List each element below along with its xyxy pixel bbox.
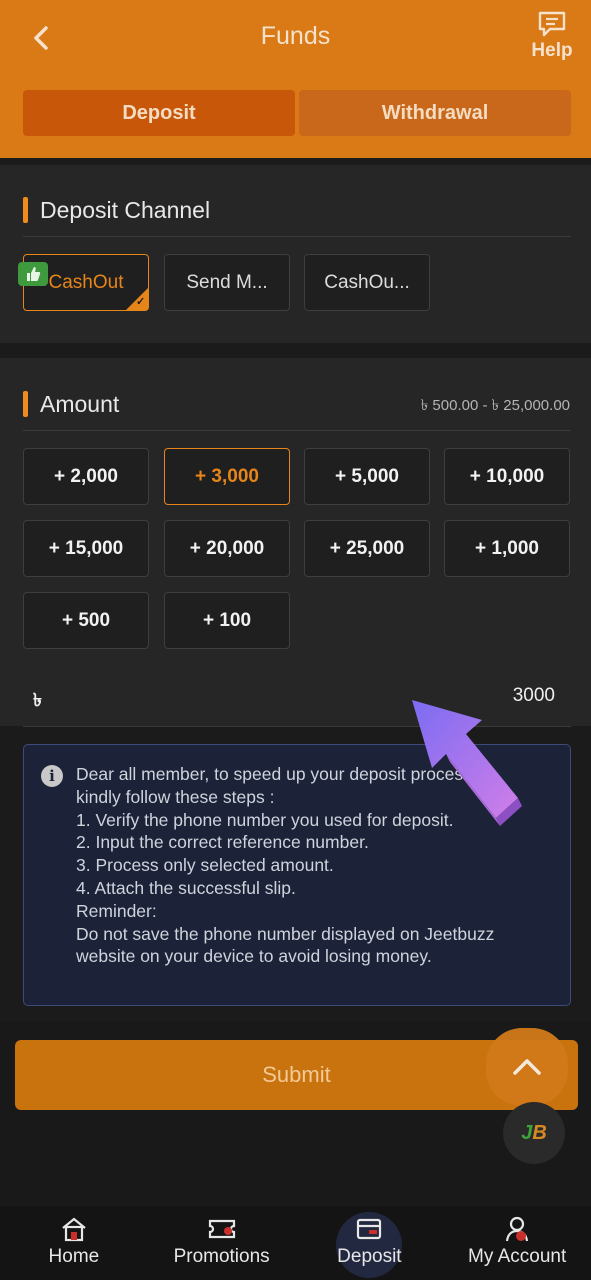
nav-my-account[interactable]: My Account (443, 1206, 591, 1280)
amount-section: Amount ৳ 500.00 - ৳ 25,000.00 + 2,000 + … (0, 358, 591, 727)
notice-line: 4. Attach the successful slip. (76, 877, 296, 898)
deposit-channel-section: Deposit Channel CashOut ✓ Send M... Cash… (0, 165, 591, 343)
account-icon (506, 1216, 529, 1242)
header: Funds Help Deposit Withdrawal (0, 0, 591, 158)
amount-option-20000[interactable]: + 20,000 (164, 520, 290, 577)
nav-label: Home (48, 1246, 100, 1267)
amount-option-5000[interactable]: + 5,000 (304, 448, 430, 505)
funds-page: Funds Help Deposit Withdrawal Deposit Ch… (0, 0, 591, 1280)
funds-tabs: Deposit Withdrawal (23, 90, 571, 136)
notice-line: Reminder: (76, 900, 157, 921)
currency-symbol: ৳ (33, 690, 42, 710)
chevron-up-icon (513, 1059, 541, 1075)
scroll-to-top-button[interactable] (486, 1028, 568, 1106)
deposit-channel-heading: Deposit Channel (23, 196, 210, 224)
amount-range: ৳ 500.00 - ৳ 25,000.00 (420, 397, 570, 414)
amount-option-2000[interactable]: + 2,000 (23, 448, 149, 505)
help-label: Help (531, 40, 573, 61)
nav-promotions[interactable]: Promotions (148, 1206, 296, 1280)
deposit-channel-title: Deposit Channel (40, 196, 211, 223)
notice-line: Do not save the phone number displayed o… (76, 923, 495, 944)
nav-label: My Account (468, 1246, 567, 1267)
wallet-icon (357, 1218, 382, 1240)
thumbs-up-icon (18, 262, 48, 286)
notice-line: 3. Process only selected amount. (76, 855, 334, 876)
amount-option-100[interactable]: + 100 (164, 592, 290, 649)
divider (23, 430, 571, 431)
amount-title: Amount (40, 390, 120, 417)
selected-check-icon: ✓ (126, 288, 148, 310)
ticket-icon (208, 1219, 235, 1239)
channel-send-money[interactable]: Send M... (164, 254, 290, 311)
amount-heading: Amount (23, 390, 119, 418)
heading-accent-bar (23, 391, 28, 417)
amount-option-15000[interactable]: + 15,000 (23, 520, 149, 577)
amount-option-500[interactable]: + 500 (23, 592, 149, 649)
channel-cashout[interactable]: CashOut ✓ (18, 254, 149, 311)
channel-cashout-2[interactable]: CashOu... (304, 254, 430, 311)
jeetbuzz-logo[interactable]: JB (503, 1102, 565, 1164)
page-title: Funds (260, 22, 331, 50)
tab-deposit[interactable]: Deposit (23, 90, 295, 136)
help-button[interactable]: Help (529, 10, 575, 62)
divider (23, 236, 571, 237)
nav-deposit[interactable]: Deposit (296, 1206, 444, 1280)
nav-home[interactable]: Home (0, 1206, 148, 1280)
home-icon (62, 1217, 86, 1242)
info-icon: i (41, 765, 63, 787)
amount-option-25000[interactable]: + 25,000 (304, 520, 430, 577)
nav-label: Promotions (173, 1246, 270, 1267)
logo-letter: B (532, 1121, 547, 1144)
channel-label: CashOut (48, 271, 124, 293)
amount-option-1000[interactable]: + 1,000 (444, 520, 570, 577)
channel-label: CashOu... (324, 271, 410, 293)
pointer-arrow-icon (412, 700, 522, 826)
heading-accent-bar (23, 197, 28, 223)
bottom-nav: Home Promotions Deposit My Account (0, 1206, 591, 1280)
chat-icon (538, 11, 566, 37)
tab-withdrawal[interactable]: Withdrawal (299, 90, 571, 136)
amount-option-10000[interactable]: + 10,000 (444, 448, 570, 505)
amount-option-3000[interactable]: + 3,000 (164, 448, 290, 505)
logo-letter: J (521, 1121, 533, 1144)
notice-line: website on your device to avoid losing m… (76, 946, 432, 967)
channel-label: Send M... (186, 271, 268, 293)
nav-label: Deposit (337, 1246, 402, 1267)
